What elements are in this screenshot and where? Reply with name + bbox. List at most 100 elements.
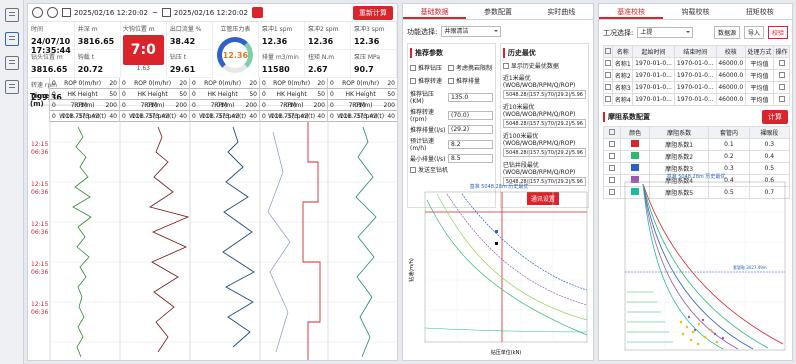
row-checkbox[interactable] — [602, 138, 622, 151]
tab-torque-check[interactable]: 扭矩校核 — [728, 4, 792, 19]
rec-checks: 推荐钻压 考虑携岩限制 推荐转速 推荐排量 — [410, 61, 493, 87]
track-name: WOB -373.42(t) — [59, 113, 107, 120]
checkbox[interactable] — [410, 64, 416, 71]
track-row: 0 RPM 111.75(rpm) 200 — [50, 100, 119, 120]
search-icon[interactable] — [251, 7, 263, 18]
refresh-icon[interactable] — [47, 7, 58, 18]
table-row[interactable]: 名称1 1970-01-0... 1970-01-0... 46000.0 平均值 — [602, 57, 790, 70]
row-checkbox[interactable] — [602, 57, 614, 70]
table-row[interactable]: 名称3 1970-01-0... 1970-01-0... 46000.0 平均值 — [602, 81, 790, 94]
standpipe-gauge: 立管压力表 12.36 — [213, 22, 259, 78]
checkbox[interactable] — [778, 95, 785, 102]
metric-label: 出口流量 % — [169, 26, 202, 33]
tab-hookload-check[interactable]: 钩载校核 — [663, 4, 727, 19]
table-header: 操作 — [773, 45, 790, 58]
metric-label: 扭矩 N.m — [307, 54, 335, 61]
clock-icon[interactable] — [32, 7, 43, 18]
color-swatch — [631, 164, 640, 171]
row-action[interactable] — [773, 93, 790, 106]
checkbox[interactable] — [605, 71, 612, 78]
track-max: 200 — [175, 102, 187, 109]
table-cell: 1970-01-0... — [673, 93, 717, 106]
metric-cell: 泵压 MPa 90.7 — [350, 50, 397, 78]
row-checkbox[interactable] — [602, 81, 614, 94]
track-name: HK Height 7.01(m) — [137, 91, 168, 109]
list-icon[interactable] — [5, 56, 19, 70]
validate-button[interactable]: 校验 — [767, 26, 788, 39]
track-row: 0 ROP 0(m/hr) 20 — [190, 78, 259, 89]
hook-curve — [149, 126, 190, 353]
rec-check[interactable]: 推荐转速 — [410, 76, 442, 85]
row-action[interactable] — [773, 81, 790, 94]
metric-cell: 钩载 t 20.72 — [74, 50, 121, 78]
data-point — [697, 322, 701, 326]
import-button[interactable]: 导入 — [743, 26, 764, 39]
row-checkbox[interactable] — [602, 69, 614, 82]
function-select[interactable]: 井眼清洁 — [441, 26, 502, 37]
checkbox[interactable] — [778, 83, 785, 90]
table-cell: 平均值 — [744, 81, 775, 94]
tab-baseline-check[interactable]: 基准校核 — [599, 4, 664, 19]
calculate-button[interactable]: 计算 — [762, 110, 788, 124]
home-icon[interactable] — [5, 8, 19, 22]
show-history-check[interactable]: 显示历史最优数据 — [502, 61, 586, 70]
field-input[interactable]: 135.0 — [448, 92, 493, 102]
row-checkbox[interactable] — [602, 150, 622, 163]
field-input[interactable]: 8.2 — [448, 139, 493, 149]
metric-cell: 时间 24/07/10 17:35:44 — [28, 22, 75, 55]
track-name: ROP 0(m/hr) — [134, 80, 172, 87]
chart-icon[interactable] — [5, 80, 19, 94]
recalculate-button[interactable]: 重新计算 — [353, 5, 393, 20]
track-max: 20 — [179, 80, 187, 87]
row-action[interactable] — [773, 69, 790, 82]
document-icon[interactable] — [5, 32, 19, 46]
checkbox[interactable] — [605, 59, 612, 66]
table-row[interactable]: 摩阻系数2 0.2 0.4 — [602, 150, 791, 163]
data-point — [689, 338, 693, 342]
checkbox[interactable] — [778, 71, 785, 78]
checkbox[interactable] — [502, 62, 509, 69]
friction-header: 摩阻系数配置 计算 — [599, 106, 792, 126]
metric-value: 38.42 — [169, 37, 196, 46]
metric-label: 泵冲2 spm — [307, 26, 339, 33]
calibration-panel: 基准校核 钩载校核 扭矩校核 工况选择: 上提 数据源 导入 校验 名称 起始时间… — [598, 3, 793, 361]
table-row[interactable]: 名称4 1970-01-0... 1970-01-0... 46000.0 平均值 — [602, 93, 790, 106]
field-input[interactable]: 8.5 — [448, 154, 493, 163]
end-date[interactable]: 2025/02/16 12:20:02 — [161, 8, 248, 17]
checkbox[interactable] — [448, 77, 455, 84]
tab-param-config[interactable]: 参数配置 — [466, 4, 529, 19]
table-row[interactable]: 名称2 1970-01-0... 1970-01-0... 46000.0 平均值 — [602, 69, 790, 82]
tab-basic-data[interactable]: 基础数据 — [403, 4, 467, 19]
checkbox[interactable] — [448, 64, 455, 71]
rec-check[interactable]: 考虑携岩限制 — [448, 63, 492, 72]
tab-realtime-curve[interactable]: 实时曲线 — [530, 4, 593, 19]
start-date[interactable]: 2025/02/16 12:20:02 — [62, 8, 148, 17]
send-to-rig-check[interactable]: 发送至钻机 — [410, 165, 493, 174]
field-input[interactable]: (70.0) — [448, 110, 493, 120]
checkbox[interactable] — [778, 59, 785, 66]
data-point — [693, 328, 697, 332]
checkbox[interactable] — [605, 83, 612, 90]
checkbox[interactable] — [410, 166, 416, 173]
track-row: 0 HK Height 7.01(m) 50 — [260, 89, 327, 109]
checkbox[interactable] — [609, 164, 616, 171]
dial-bottom: 1.63 — [136, 65, 150, 72]
field-input[interactable]: (29.2) — [448, 125, 493, 134]
param-field: 预计钻速(m/h) 8.2 — [410, 136, 493, 152]
row-action[interactable] — [773, 57, 790, 70]
row-checkbox[interactable] — [602, 93, 614, 106]
checkbox[interactable] — [609, 128, 616, 135]
checkbox[interactable] — [605, 47, 612, 54]
datasource-button[interactable]: 数据源 — [713, 26, 740, 39]
track-max: 200 — [105, 102, 117, 109]
table-row[interactable]: 摩阻系数1 0.1 0.3 — [602, 138, 791, 151]
condition-select[interactable]: 上提 — [637, 27, 694, 38]
rec-check[interactable]: 推荐排量 — [448, 76, 480, 85]
checkbox[interactable] — [609, 152, 616, 159]
checkbox[interactable] — [410, 77, 416, 84]
check-label: 推荐钻压 — [418, 65, 443, 72]
rec-check[interactable]: 推荐钻压 — [410, 63, 442, 72]
checkbox[interactable] — [609, 140, 616, 147]
checkbox[interactable] — [605, 95, 612, 102]
param-field: 推荐转速(rpm) (70.0) — [410, 107, 493, 123]
